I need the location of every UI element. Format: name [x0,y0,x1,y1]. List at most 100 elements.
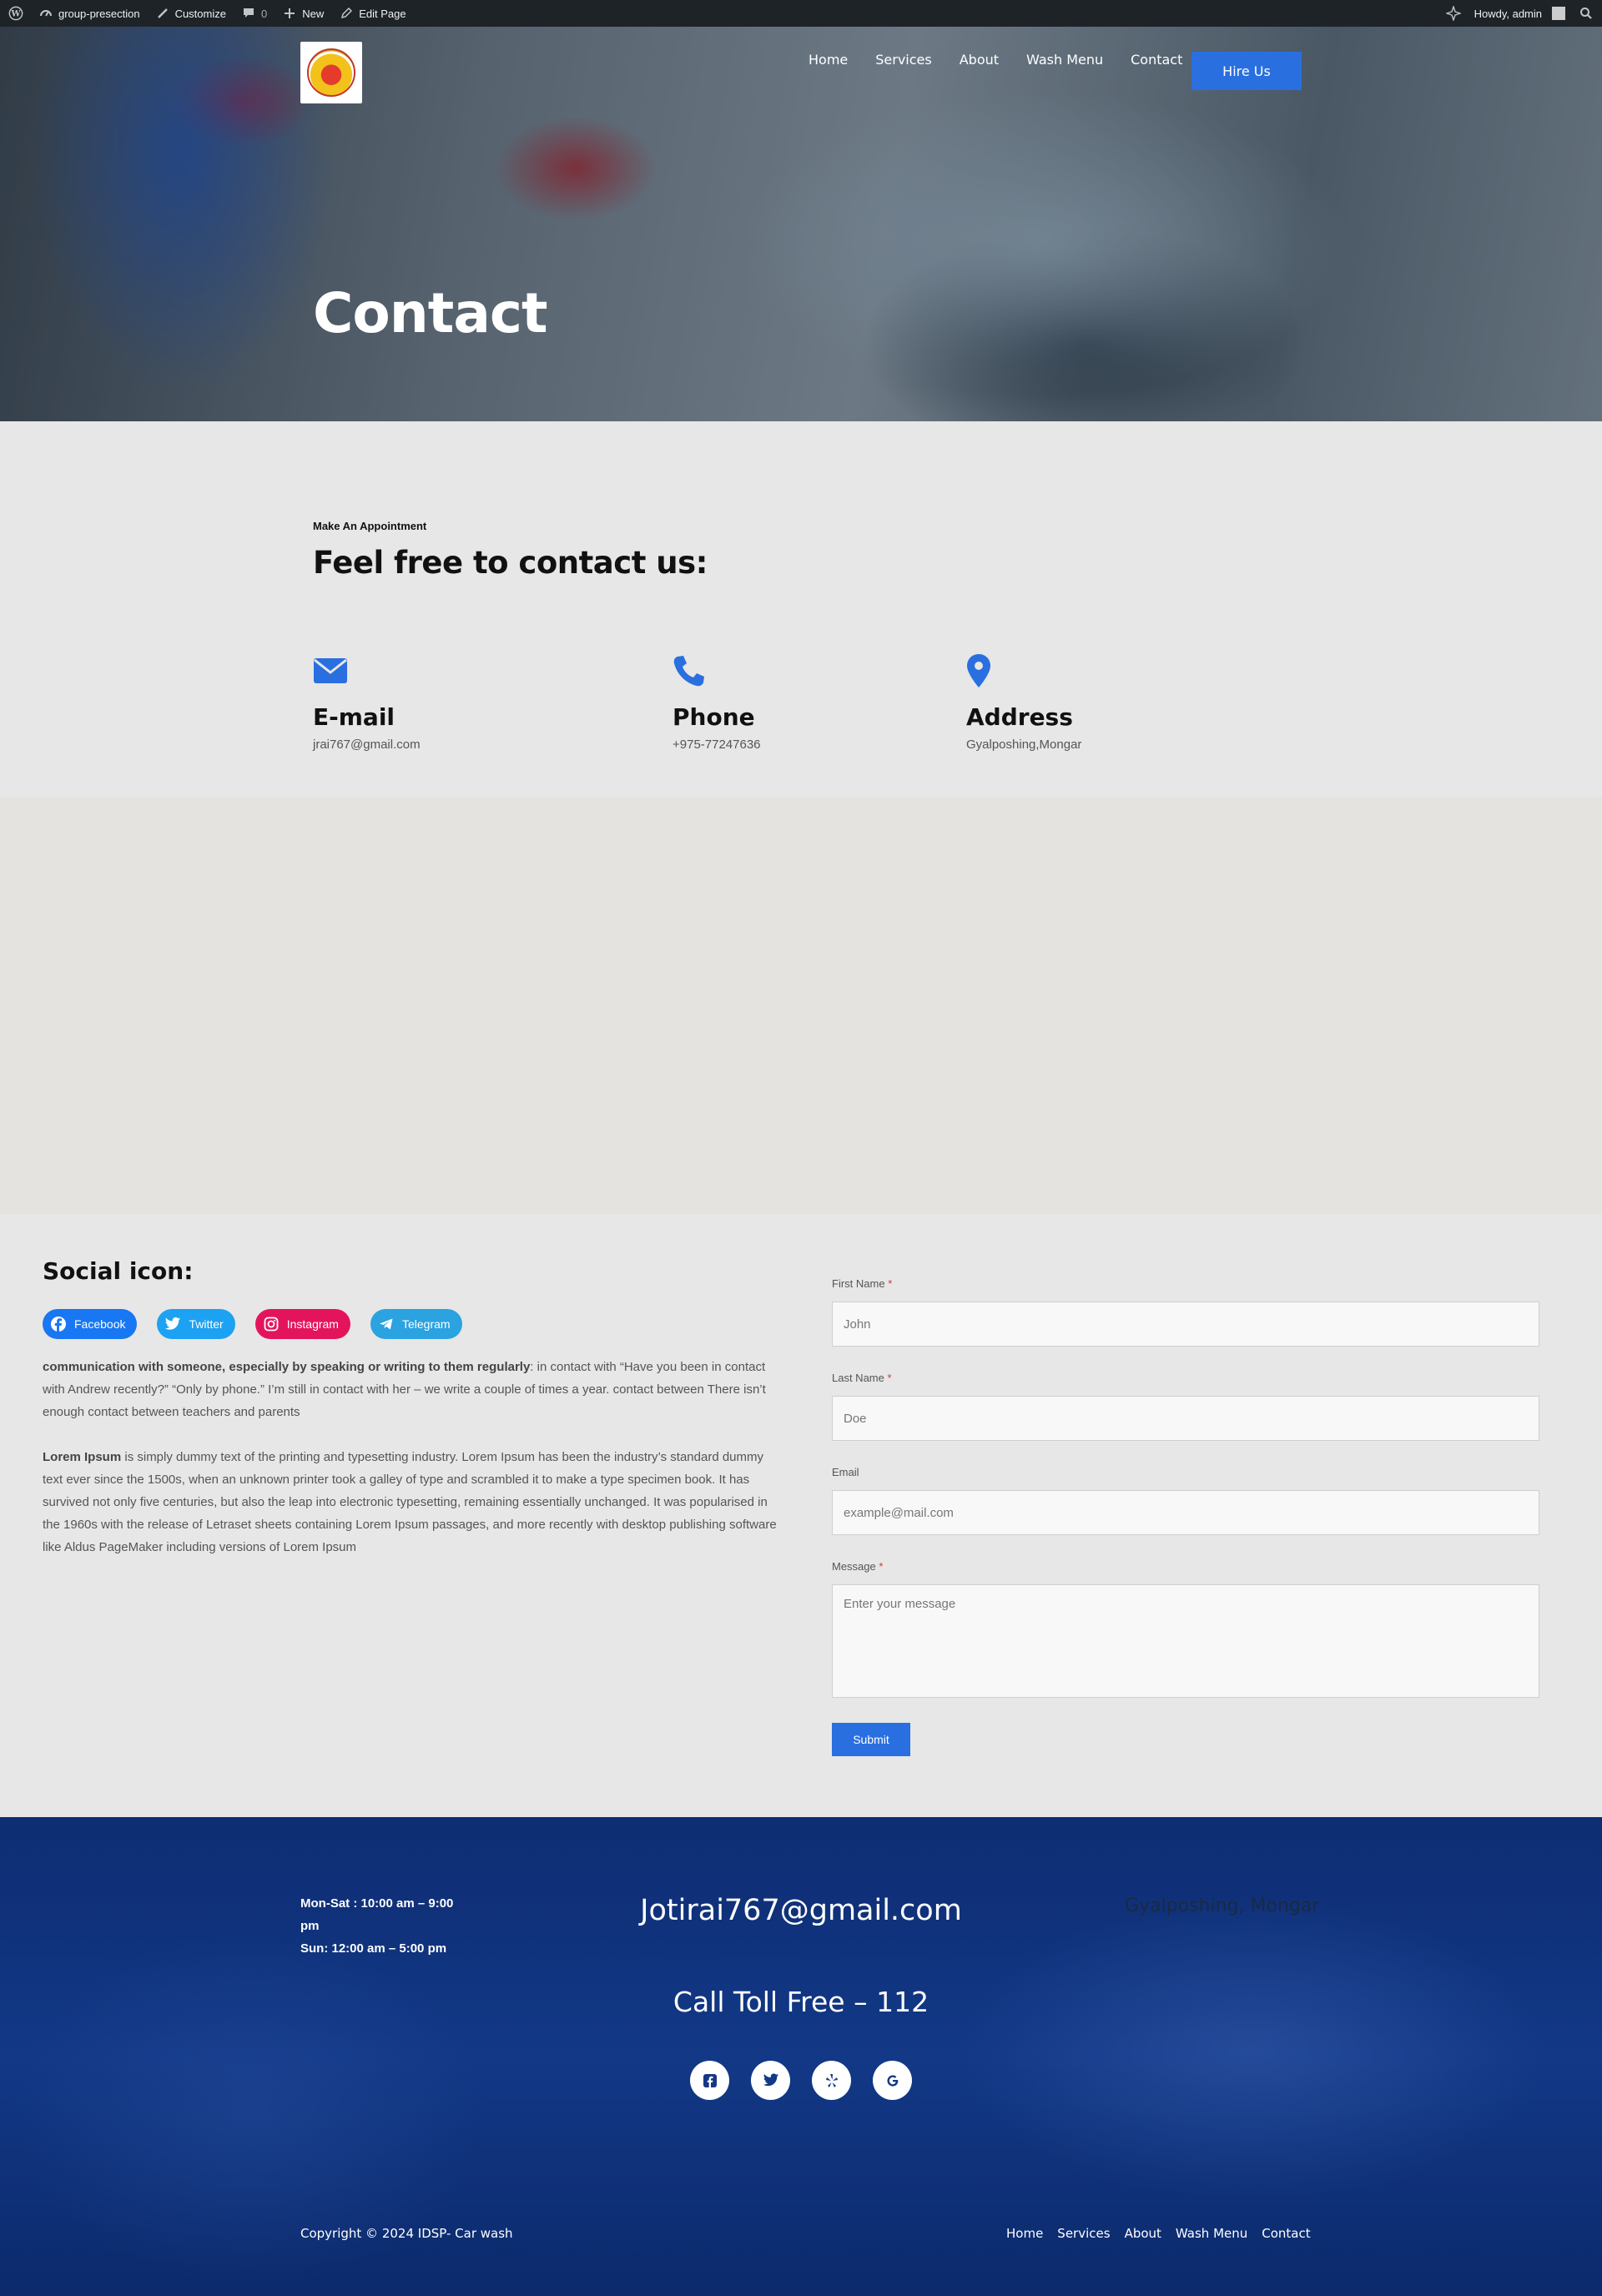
message-textarea[interactable]: Enter your message [832,1584,1539,1698]
admin-bar: W group-presection Customize 0 New Edit … [0,0,1602,27]
section-eyebrow: Make An Appointment [313,520,427,532]
nav-contact[interactable]: Contact [1131,52,1182,68]
email-field[interactable]: example@mail.com [832,1490,1539,1535]
plus-icon [282,6,297,21]
instagram-icon [262,1315,280,1333]
customize-link[interactable]: Customize [155,6,226,21]
site-footer: Mon-Sat : 10:00 am – 9:00 pm Sun: 12:00 … [0,1817,1602,2296]
footer-email[interactable]: Jotirai767@gmail.com [0,1894,1602,1927]
sparkle-icon[interactable] [1445,6,1461,21]
message-label: Message * [832,1560,1539,1573]
twitter-label: Twitter [189,1317,224,1331]
facebook-button[interactable]: Facebook [43,1309,138,1339]
google-icon[interactable] [873,2061,912,2100]
last-name-field[interactable]: Doe [832,1396,1539,1441]
first-name-label-text: First Name [832,1277,885,1290]
logo-seal [307,48,355,97]
nav-services[interactable]: Services [875,52,931,68]
address-value: Gyalposhing,Mongar [966,738,1082,752]
submit-button[interactable]: Submit [832,1723,910,1756]
pencil-icon [339,6,354,21]
last-name-label: Last Name * [832,1372,1539,1384]
wordpress-logo-icon[interactable]: W [8,6,23,21]
telegram-icon [377,1315,395,1333]
footer-nav-services[interactable]: Services [1057,2226,1110,2241]
contact-form: First Name * John Last Name * Doe Email … [832,1277,1539,1756]
last-name-label-text: Last Name [832,1372,884,1384]
instagram-button[interactable]: Instagram [254,1309,350,1339]
phone-value: +975-77247636 [673,738,761,752]
copyright: Copyright © 2024 IDSP- Car wash [300,2226,513,2241]
comments-count: 0 [260,7,268,20]
account-menu[interactable]: Howdy, admin [1474,7,1565,20]
twitter-icon[interactable] [751,2061,790,2100]
phone-title: Phone [673,703,755,731]
instagram-label: Instagram [286,1317,339,1331]
hours-sunday: Sun: 12:00 am – 5:00 pm [300,1941,447,1956]
social-title: Social icon: [43,1257,194,1285]
site-name-link[interactable]: group-presection [38,6,140,21]
svg-text:W: W [10,10,21,19]
footer-nav: Home Services About Wash Menu Contact [1006,2226,1325,2241]
first-name-label: First Name * [832,1277,1539,1290]
toll-free-number: Call Toll Free – 112 [673,1986,929,2018]
search-icon[interactable] [1579,6,1594,21]
lorem-paragraph-text: is simply dummy text of the printing and… [43,1450,777,1554]
twitter-icon [164,1315,182,1333]
greeting-label: Howdy, admin [1474,7,1542,20]
footer-nav-wash-menu[interactable]: Wash Menu [1176,2226,1247,2241]
yelp-icon[interactable] [812,2061,851,2100]
site-name-label: group-presection [58,7,140,20]
email-label: Email [832,1466,859,1478]
new-label: New [302,7,325,20]
social-and-form-section: Social icon: Facebook Twitter Instagram … [0,1214,1602,1817]
address-info: Address Gyalposhing,Mongar [966,653,1081,752]
contact-paragraph: communication with someone, especially b… [43,1356,785,1423]
avatar [1552,7,1565,20]
comments-link[interactable]: 0 [241,6,267,21]
edit-page-link[interactable]: Edit Page [339,6,406,21]
facebook-icon [49,1315,68,1333]
footer-address: Gyalposhing, Mongar [1125,1896,1320,1916]
footer-social-icons [690,2061,912,2100]
telegram-button[interactable]: Telegram [370,1309,462,1339]
facebook-square-icon[interactable] [690,2061,729,2100]
facebook-label: Facebook [74,1317,126,1331]
phone-info: Phone +975-77247636 [673,653,761,752]
email-info: E-mail jrai767@gmail.com [313,653,421,752]
page-title: Contact [313,281,548,345]
brush-icon [155,6,170,21]
footer-nav-about[interactable]: About [1125,2226,1161,2241]
email-value: jrai767@gmail.com [313,738,421,752]
map-pin-icon [966,653,1081,688]
footer-nav-home[interactable]: Home [1006,2226,1043,2241]
twitter-button[interactable]: Twitter [157,1309,235,1339]
hero-banner: Home Services About Wash Menu Contact Hi… [0,27,1602,421]
comment-icon [241,6,256,21]
map-embed[interactable] [0,797,1602,1214]
required-mark: * [887,1372,892,1384]
contact-paragraph-bold: communication with someone, especially b… [43,1360,531,1374]
envelope-icon [313,653,421,688]
nav-wash-menu[interactable]: Wash Menu [1026,52,1103,68]
contact-info-section: Make An Appointment Feel free to contact… [0,421,1602,797]
email-title: E-mail [313,703,395,731]
address-title: Address [966,703,1073,731]
first-name-field[interactable]: John [832,1302,1539,1347]
section-title: Feel free to contact us: [313,545,708,581]
edit-page-label: Edit Page [359,7,406,20]
message-label-text: Message [832,1560,876,1573]
lorem-paragraph-bold: Lorem Ipsum [43,1450,122,1464]
nav-about[interactable]: About [960,52,999,68]
required-mark: * [888,1277,893,1290]
lorem-paragraph: Lorem Ipsum is simply dummy text of the … [43,1446,785,1558]
required-mark: * [879,1560,884,1573]
nav-home[interactable]: Home [809,52,848,68]
hire-us-button[interactable]: Hire Us [1191,52,1302,90]
dashboard-icon [38,6,53,21]
social-buttons: Facebook Twitter Instagram Telegram [43,1309,462,1339]
new-content-link[interactable]: New [282,6,324,21]
footer-nav-contact[interactable]: Contact [1262,2226,1310,2241]
telegram-label: Telegram [401,1317,451,1331]
site-logo[interactable] [300,42,362,103]
